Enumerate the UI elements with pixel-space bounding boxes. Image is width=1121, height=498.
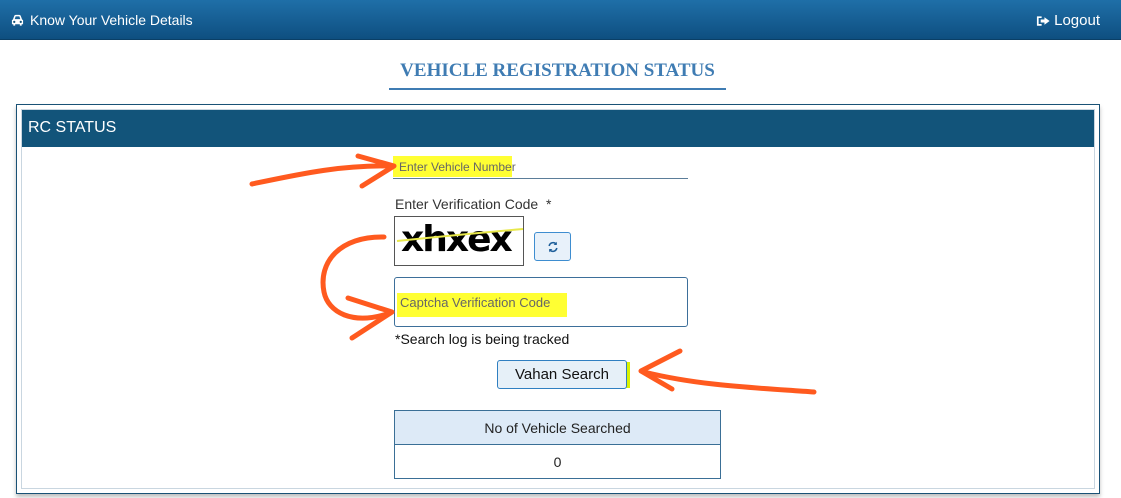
refresh-icon (547, 241, 558, 252)
brand-link[interactable]: Know Your Vehicle Details (10, 12, 193, 28)
count-table-value: 0 (394, 444, 721, 479)
captcha-input[interactable] (395, 278, 687, 326)
sign-out-icon (1037, 15, 1050, 26)
brand-label: Know Your Vehicle Details (30, 12, 193, 28)
vehicle-search-count-table: No of Vehicle Searched 0 (394, 410, 721, 479)
count-table-header: No of Vehicle Searched (394, 410, 721, 445)
vehicle-number-input[interactable] (393, 156, 688, 179)
page-title: VEHICLE REGISTRATION STATUS (389, 60, 726, 90)
refresh-captcha-button[interactable] (534, 232, 571, 261)
top-navbar: Know Your Vehicle Details Logout (0, 0, 1121, 40)
captcha-image: xhxex (394, 216, 524, 266)
vahan-search-button[interactable]: Vahan Search (497, 360, 627, 389)
tracking-note: *Search log is being tracked (395, 331, 570, 347)
car-icon (11, 14, 24, 26)
captcha-noise-line (396, 228, 523, 242)
logout-label: Logout (1054, 12, 1100, 29)
verification-code-label: Enter Verification Code * (395, 196, 552, 212)
panel-header: RC STATUS (22, 110, 1094, 147)
logout-link[interactable]: Logout (1036, 12, 1100, 29)
